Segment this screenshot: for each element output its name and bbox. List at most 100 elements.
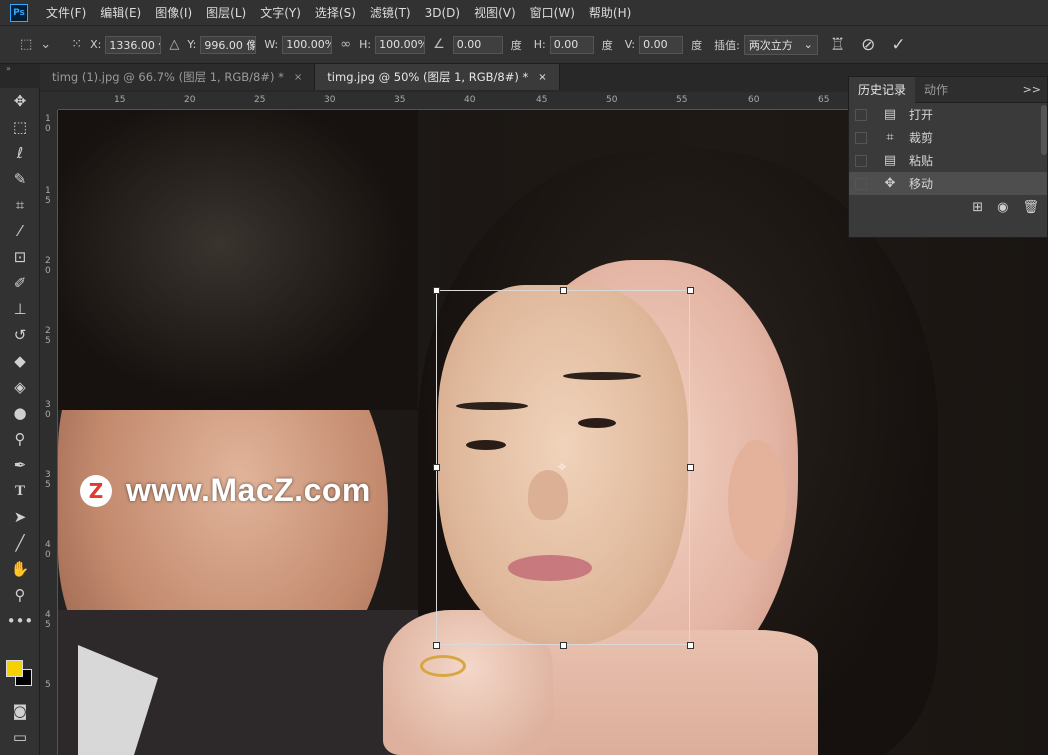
trash-icon[interactable]: 🗑 <box>1022 200 1039 215</box>
menu-layer[interactable]: 图层(L) <box>206 4 246 21</box>
move-tool-icon[interactable]: ✥ <box>0 88 40 114</box>
transform-handle-bottom-right[interactable] <box>687 642 694 649</box>
hskew-field[interactable]: 0.00 <box>549 35 594 54</box>
snapshot-camera-icon[interactable]: ◉ <box>997 200 1008 215</box>
cancel-transform-icon[interactable]: ⊘ <box>861 35 875 55</box>
history-item-crop[interactable]: ⌗ 裁剪 <box>849 126 1047 149</box>
delta-icon[interactable]: △ <box>169 37 179 52</box>
transform-handle-bottom-left[interactable] <box>433 642 440 649</box>
photo-woman-ear <box>728 440 786 560</box>
width-field[interactable]: 100.00% <box>282 35 333 54</box>
menu-window[interactable]: 窗口(W) <box>530 4 575 21</box>
w-label: W: <box>264 38 279 51</box>
transform-handle-bottom[interactable] <box>560 642 567 649</box>
transform-handle-top-left[interactable] <box>433 287 440 294</box>
history-scrollbar[interactable] <box>1041 105 1047 155</box>
eyedropper-tool-icon[interactable]: ⁄ <box>0 218 40 244</box>
type-tool-icon[interactable]: T <box>0 478 40 504</box>
ruler-tick: 4 <box>45 540 51 550</box>
blur-tool-icon[interactable]: ● <box>0 400 40 426</box>
tab-history[interactable]: 历史记录 <box>849 76 916 103</box>
zoom-tool-icon[interactable]: ⚲ <box>0 582 40 608</box>
gradient-tool-icon[interactable]: ◈ <box>0 374 40 400</box>
history-checkbox[interactable] <box>855 131 867 144</box>
eraser-tool-icon[interactable]: ◆ <box>0 348 40 374</box>
commit-transform-icon[interactable]: ✓ <box>891 35 905 55</box>
transform-tool-icon[interactable]: ⬚ <box>20 37 32 52</box>
menu-select[interactable]: 选择(S) <box>315 4 356 21</box>
menu-image[interactable]: 图像(I) <box>155 4 192 21</box>
y-field[interactable]: 996.00 像素 <box>200 35 257 54</box>
x-field[interactable]: 1336.00 像 <box>105 35 162 54</box>
vertical-ruler[interactable]: 1 0 1 5 2 0 2 5 3 0 3 5 4 0 4 5 5 <box>40 110 58 755</box>
menu-filter[interactable]: 滤镜(T) <box>370 4 411 21</box>
ruler-tick: 0 <box>45 124 51 134</box>
ruler-tick: 1 <box>45 114 51 124</box>
horizontal-ruler[interactable]: 15 20 25 30 35 40 45 50 55 60 65 <box>58 92 848 110</box>
history-checkbox[interactable] <box>855 154 867 167</box>
watermark-logo: Z <box>80 474 112 507</box>
menu-file[interactable]: 文件(F) <box>46 4 86 21</box>
angle-field[interactable]: 0.00 <box>452 35 503 54</box>
tab-actions[interactable]: 动作 <box>915 77 957 103</box>
more-tools-icon[interactable]: ••• <box>0 608 40 634</box>
brush-tool-icon[interactable]: ✐ <box>0 270 40 296</box>
menu-type[interactable]: 文字(Y) <box>260 4 301 21</box>
ruler-tick: 55 <box>676 95 688 105</box>
clone-stamp-tool-icon[interactable]: ⊥ <box>0 296 40 322</box>
history-label: 移动 <box>909 177 934 191</box>
ruler-tick: 0 <box>45 410 51 420</box>
warp-icon[interactable]: ♖ <box>830 35 845 55</box>
history-label: 粘贴 <box>909 154 934 168</box>
quick-mask-icon[interactable]: ◙ <box>0 698 40 724</box>
transform-center-icon[interactable]: ✧ <box>557 460 567 474</box>
quick-select-tool-icon[interactable]: ✎ <box>0 166 40 192</box>
tab-label: timg (1).jpg @ 66.7% (图层 1, RGB/8#) * <box>52 70 284 84</box>
foreground-color-swatch[interactable] <box>6 660 23 677</box>
ruler-tick: 2 <box>45 256 51 266</box>
transform-handle-top-right[interactable] <box>687 287 694 294</box>
history-item-paste[interactable]: ▤ 粘贴 <box>849 149 1047 172</box>
ruler-tick: 60 <box>748 95 760 105</box>
close-icon[interactable]: × <box>294 72 302 83</box>
panel-expand-icon[interactable]: >> <box>1023 83 1041 96</box>
ruler-tick: 3 <box>45 470 51 480</box>
history-brush-tool-icon[interactable]: ↺ <box>0 322 40 348</box>
new-document-from-state-icon[interactable]: ⊞ <box>972 200 983 215</box>
history-item-move[interactable]: ✥ 移动 <box>849 172 1047 195</box>
history-checkbox[interactable] <box>855 108 867 121</box>
link-icon[interactable]: ∞ <box>340 37 351 52</box>
panel-collapse-icon[interactable]: » <box>0 64 40 74</box>
ruler-tick: 15 <box>114 95 126 105</box>
menu-help[interactable]: 帮助(H) <box>589 4 631 21</box>
chevron-down-icon[interactable]: ⌄ <box>40 37 51 52</box>
hand-tool-icon[interactable]: ✋ <box>0 556 40 582</box>
history-item-open[interactable]: ▤ 打开 <box>849 103 1047 126</box>
photoshop-logo: Ps <box>10 3 28 22</box>
healing-brush-tool-icon[interactable]: ⊡ <box>0 244 40 270</box>
tab-timg-1[interactable]: timg (1).jpg @ 66.7% (图层 1, RGB/8#) * × <box>40 64 316 90</box>
menu-edit[interactable]: 编辑(E) <box>100 4 141 21</box>
interpolation-select[interactable]: 两次立方 ⌄ <box>743 34 818 55</box>
watermark: Z www.MacZ.com <box>80 472 371 509</box>
tab-timg[interactable]: timg.jpg @ 50% (图层 1, RGB/8#) * × <box>315 64 560 90</box>
screen-mode-icon[interactable]: ▭ <box>0 724 40 750</box>
transform-handle-right[interactable] <box>687 464 694 471</box>
menu-view[interactable]: 视图(V) <box>474 4 516 21</box>
marquee-tool-icon[interactable]: ⬚ <box>0 114 40 140</box>
ruler-tick: 5 <box>45 480 51 490</box>
crop-tool-icon[interactable]: ⌗ <box>0 192 40 218</box>
dodge-tool-icon[interactable]: ⚲ <box>0 426 40 452</box>
vskew-field[interactable]: 0.00 <box>639 35 684 54</box>
lasso-tool-icon[interactable]: ℓ <box>0 140 40 166</box>
path-select-tool-icon[interactable]: ➤ <box>0 504 40 530</box>
pen-tool-icon[interactable]: ✒ <box>0 452 40 478</box>
history-checkbox[interactable] <box>855 177 867 190</box>
line-tool-icon[interactable]: ╱ <box>0 530 40 556</box>
menu-3d[interactable]: 3D(D) <box>425 6 460 20</box>
transform-handle-top[interactable] <box>560 287 567 294</box>
height-field[interactable]: 100.00% <box>375 35 426 54</box>
transform-handle-left[interactable] <box>433 464 440 471</box>
reference-point-icon[interactable]: ⁙ <box>71 37 82 52</box>
close-icon[interactable]: × <box>538 72 546 83</box>
